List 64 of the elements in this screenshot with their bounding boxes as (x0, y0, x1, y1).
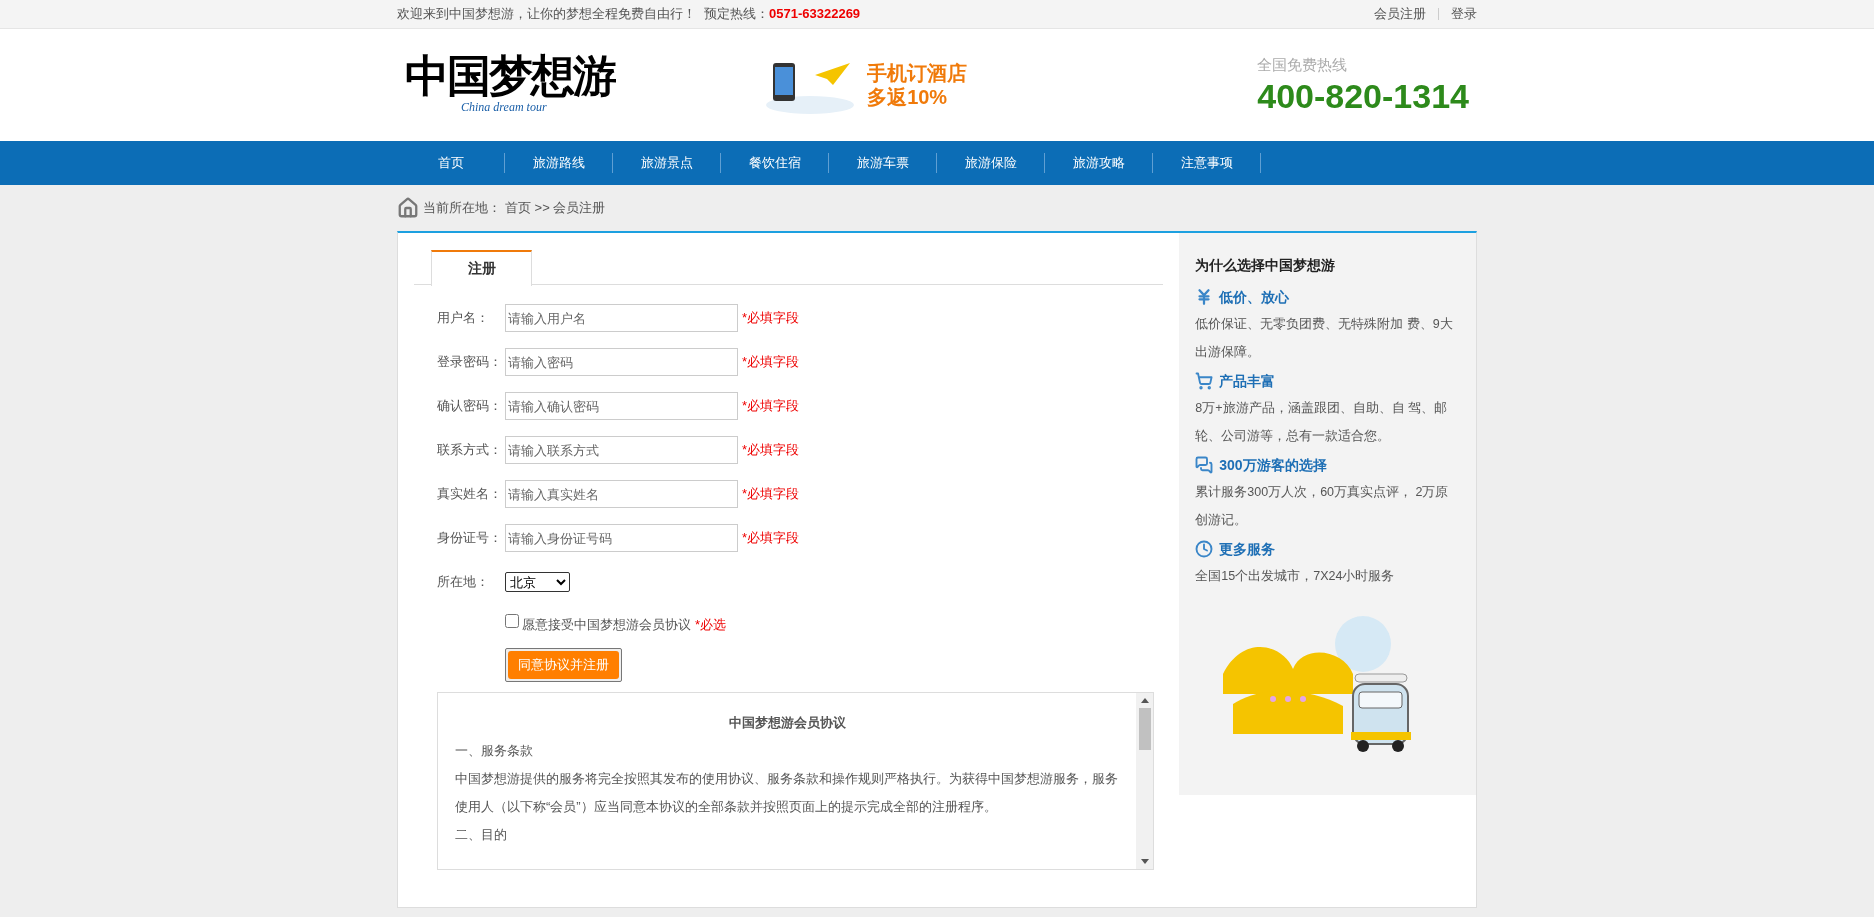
field-label: 真实姓名： (437, 485, 503, 504)
field-label: 身份证号： (437, 529, 503, 548)
tab[interactable]: 注册 (431, 250, 532, 286)
hotline-label: 预定热线： (704, 5, 769, 24)
scroll-down-icon[interactable] (1140, 859, 1149, 864)
chat-icon (1195, 456, 1214, 474)
field-label: 登录密码： (437, 353, 503, 372)
nav-item[interactable]: 旅游攻略 (1045, 153, 1152, 173)
feature-text: 全国15个出发城市，7X24小时服务 (1195, 568, 1396, 585)
input-field[interactable]: 请输入密码 (505, 348, 738, 376)
home-icon (397, 197, 419, 219)
field-label: 所在地： (437, 573, 490, 592)
agree-text: 愿意接受中国梦想游会员协议 (522, 615, 691, 634)
top-link[interactable]: 会员注册 (1374, 4, 1426, 24)
input-field[interactable]: 请输入用户名 (505, 304, 738, 332)
input-field[interactable]: 请输入联系方式 (505, 436, 738, 464)
clock-icon (1195, 540, 1214, 558)
field-label: 确认密码： (437, 397, 503, 416)
free-hotline-label: 全国免费热线 (1257, 54, 1349, 75)
nav-item[interactable]: 旅游车票 (829, 153, 936, 173)
scroll-up-icon[interactable] (1140, 698, 1149, 703)
feature-heading: 300万游客的选择 (1219, 455, 1327, 475)
required-note: *必填字段 (742, 441, 800, 460)
input-field[interactable]: 请输入身份证号码 (505, 524, 738, 552)
agreement-paragraph: 一、服务条款 (455, 742, 534, 760)
required-note: *必填字段 (742, 309, 800, 328)
breadcrumb-path: 首页 >> 会员注册 (505, 199, 606, 218)
nav-item[interactable]: 注意事项 (1153, 153, 1260, 173)
input-field[interactable]: 请输入确认密码 (505, 392, 738, 420)
logo: 中国梦想游 China dream tour (405, 54, 615, 116)
required-note: *必选 (695, 615, 727, 634)
required-note: *必填字段 (742, 353, 800, 372)
agree-checkbox[interactable] (505, 614, 519, 628)
input-field[interactable]: 请输入真实姓名 (505, 480, 738, 508)
required-note: *必填字段 (742, 397, 800, 416)
nav-item[interactable]: 旅游景点 (613, 153, 720, 173)
welcome-text: 欢迎来到中国梦想游，让你的梦想全程免费自由行！ (397, 5, 696, 24)
feature-text: 低价保证、无零负团费、无特殊附加 费、9大出游保障。 (1195, 316, 1454, 361)
required-note: *必填字段 (742, 529, 800, 548)
required-note: *必填字段 (742, 485, 800, 504)
feature-heading: 低价、放心 (1219, 287, 1290, 307)
feature-text: 8万+旅游产品，涵盖跟团、自助、自 驾、邮轮、公司游等，总有一款适合您。 (1195, 400, 1448, 445)
sidebar-title: 为什么选择中国梦想游 (1195, 256, 1337, 275)
field-label: 用户名： (437, 309, 490, 328)
nav-item[interactable]: 旅游路线 (505, 153, 612, 173)
promo-text: 手机订酒店 多返10% (867, 61, 968, 109)
agreement-paragraph: 二、目的 (455, 826, 508, 844)
top-link[interactable]: 登录 (1451, 4, 1477, 24)
agreement-title: 中国梦想游会员协议 (727, 714, 847, 732)
nav-item[interactable]: 首页 (397, 153, 504, 173)
breadcrumb-label: 当前所在地： (423, 199, 501, 218)
scrollbar[interactable] (1136, 693, 1153, 869)
feature-heading: 产品丰富 (1219, 371, 1276, 391)
free-hotline-number: 400-820-1314 (1257, 76, 1469, 117)
agreement-paragraph: 中国梦想游提供的服务将完全按照其发布的使用协议、服务条款和操作规则严格执行。为获得中国梦想游服务，服务使用人（以下称“会员”）应当同意本协议的全部条款并按照页面上的提示完成全部的注册程序。 (455, 770, 1119, 816)
feature-heading: 更多服务 (1219, 539, 1276, 559)
location-select[interactable]: 北京 (505, 572, 570, 592)
hotline-number: 0571-63322269 (769, 5, 861, 24)
field-label: 联系方式： (437, 441, 503, 460)
scroll-thumb[interactable] (1138, 708, 1151, 750)
nav-item[interactable]: 旅游保险 (937, 153, 1044, 173)
feature-text: 累计服务300万人次，60万真实点评， 2万原创游记。 (1195, 484, 1450, 529)
cart-icon (1195, 372, 1214, 390)
nav-item[interactable]: 餐饮住宿 (721, 153, 828, 173)
